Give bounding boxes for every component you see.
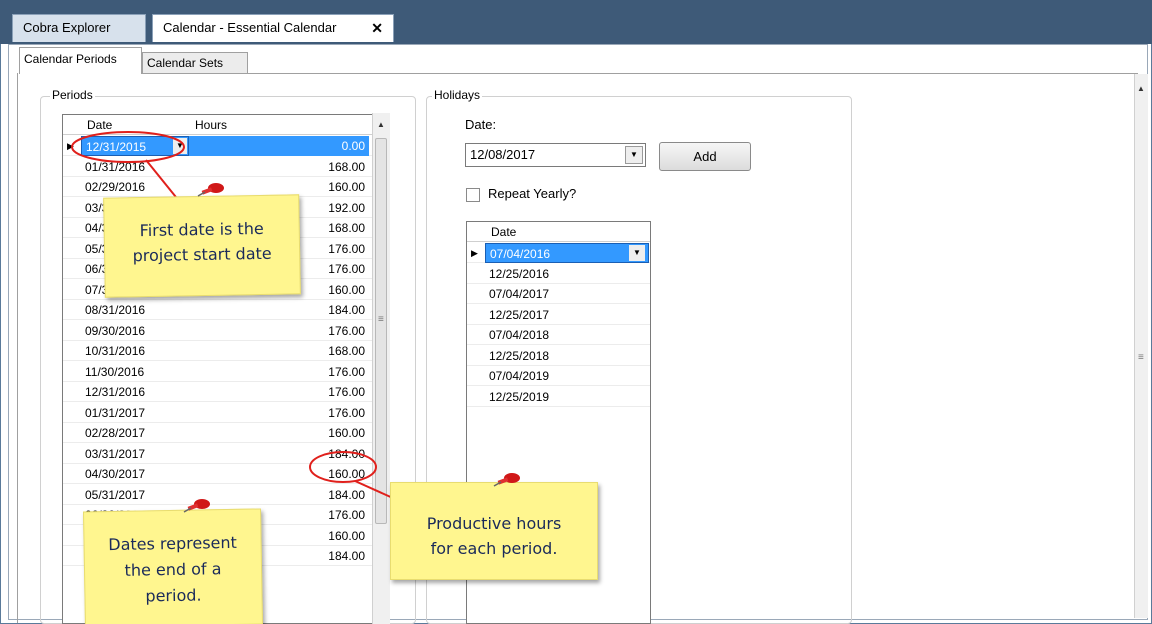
row-pointer-icon: ▶ bbox=[67, 141, 74, 151]
sticky-note-hours: Productive hours for each period. bbox=[390, 482, 598, 580]
period-hours-cell[interactable]: 176.00 bbox=[189, 403, 369, 423]
period-hours-cell[interactable]: 176.00 bbox=[189, 362, 369, 382]
column-header-date[interactable]: Date bbox=[491, 222, 516, 242]
sticky-note-period-end: Dates represent the end of a period. bbox=[83, 508, 263, 624]
tab-calendar-periods[interactable]: Calendar Periods bbox=[19, 47, 142, 74]
panel-border bbox=[17, 73, 18, 623]
periods-grid-header: Date Hours bbox=[63, 115, 373, 135]
note-line: Dates represent bbox=[108, 532, 238, 555]
period-hours-cell[interactable]: 176.00 bbox=[189, 382, 369, 402]
scroll-up-icon[interactable]: ▲ bbox=[375, 118, 387, 132]
pushpin-icon bbox=[493, 473, 520, 487]
period-date-cell[interactable]: 01/31/2017 bbox=[81, 403, 189, 423]
periods-group-title: Periods bbox=[50, 88, 95, 102]
period-date-cell[interactable]: 03/31/2017 bbox=[81, 444, 189, 464]
holiday-date-cell[interactable]: 07/04/2019 bbox=[485, 366, 649, 386]
holiday-date-cell[interactable]: 12/25/2017 bbox=[485, 305, 649, 325]
table-row[interactable]: 08/31/2016 184.00 bbox=[63, 300, 373, 320]
holiday-date-cell[interactable]: 07/04/2016 bbox=[485, 243, 649, 263]
table-row[interactable]: 07/04/2018 bbox=[467, 325, 650, 345]
form-scrollbar[interactable] bbox=[1134, 74, 1148, 618]
holiday-date-picker[interactable]: 12/08/2017 ▼ bbox=[465, 143, 646, 167]
period-hours-cell[interactable]: 160.00 bbox=[189, 423, 369, 443]
holiday-date-cell[interactable]: 07/04/2017 bbox=[485, 284, 649, 304]
chevron-down-icon[interactable]: ▼ bbox=[173, 138, 187, 154]
period-date-cell[interactable]: 02/29/2016 bbox=[81, 177, 189, 197]
period-hours-cell[interactable]: 184.00 bbox=[189, 444, 369, 464]
table-row[interactable]: 01/31/2016 168.00 bbox=[63, 157, 373, 177]
period-date-cell[interactable]: 04/30/2017 bbox=[81, 464, 189, 484]
holiday-date-value: 12/08/2017 bbox=[470, 147, 536, 162]
note-line: for each period. bbox=[430, 539, 558, 558]
holidays-grid-header: Date bbox=[467, 222, 650, 242]
sticky-note-start-date: First date is the project start date bbox=[103, 194, 301, 298]
grip-icon: ≡ bbox=[378, 314, 384, 325]
table-row[interactable]: 10/31/2016 168.00 bbox=[63, 341, 373, 361]
add-holiday-button[interactable]: Add bbox=[659, 142, 751, 171]
table-row[interactable]: 02/28/2017 160.00 bbox=[63, 423, 373, 443]
period-date-cell[interactable]: 05/31/2017 bbox=[81, 485, 189, 505]
tab-label: Calendar - Essential Calendar bbox=[163, 20, 337, 35]
tab-label: Cobra Explorer bbox=[23, 20, 111, 35]
note-line: First date is the bbox=[139, 218, 264, 241]
holiday-date-cell[interactable]: 07/04/2018 bbox=[485, 325, 649, 345]
period-date-cell[interactable]: 12/31/2016 bbox=[81, 382, 189, 402]
row-pointer-icon: ▶ bbox=[471, 248, 478, 258]
period-date-cell[interactable]: 01/31/2016 bbox=[81, 157, 189, 177]
period-hours-cell[interactable]: 168.00 bbox=[189, 157, 369, 177]
scroll-up-icon[interactable]: ▲ bbox=[1137, 84, 1145, 93]
table-row[interactable]: 12/25/2017 bbox=[467, 305, 650, 325]
tab-cobra-explorer[interactable]: Cobra Explorer bbox=[12, 14, 146, 42]
holiday-date-label: Date: bbox=[465, 117, 497, 132]
period-date-cell[interactable]: 10/31/2016 bbox=[81, 341, 189, 361]
table-row[interactable]: 05/31/2017 184.00 bbox=[63, 485, 373, 505]
tab-divider bbox=[248, 73, 1138, 74]
table-row[interactable]: 12/25/2016 bbox=[467, 264, 650, 284]
holidays-group-title: Holidays bbox=[432, 88, 483, 102]
table-row[interactable]: 07/04/2019 bbox=[467, 366, 650, 386]
repeat-yearly-label: Repeat Yearly? bbox=[488, 186, 577, 201]
table-row[interactable]: 11/30/2016 176.00 bbox=[63, 362, 373, 382]
close-icon[interactable]: ✕ bbox=[371, 15, 383, 41]
pushpin-icon bbox=[197, 183, 224, 197]
period-date-cell[interactable]: 09/30/2016 bbox=[81, 321, 189, 341]
table-row[interactable]: ▶ 07/04/2016 ▼ bbox=[467, 243, 650, 263]
holiday-date-cell[interactable]: 12/25/2019 bbox=[485, 387, 649, 407]
table-row[interactable]: 12/31/2016 176.00 bbox=[63, 382, 373, 402]
repeat-yearly-checkbox[interactable] bbox=[466, 188, 480, 202]
chevron-down-icon[interactable]: ▼ bbox=[629, 245, 645, 261]
pushpin-icon bbox=[183, 499, 210, 513]
period-hours-cell[interactable]: 160.00 bbox=[189, 464, 369, 484]
table-row[interactable]: 07/04/2017 bbox=[467, 284, 650, 304]
chevron-down-icon[interactable]: ▼ bbox=[625, 146, 643, 164]
column-header-date[interactable]: Date bbox=[87, 115, 112, 135]
table-row[interactable]: 03/31/2017 184.00 bbox=[63, 444, 373, 464]
note-line: the end of a bbox=[124, 559, 222, 580]
table-row[interactable]: 09/30/2016 176.00 bbox=[63, 321, 373, 341]
tab-calendar[interactable]: Calendar - Essential Calendar ✕ bbox=[152, 14, 394, 42]
note-line: project start date bbox=[132, 243, 272, 266]
tab-calendar-sets[interactable]: Calendar Sets bbox=[142, 52, 248, 74]
period-date-cell[interactable]: 02/28/2017 bbox=[81, 423, 189, 443]
period-date-cell[interactable]: 11/30/2016 bbox=[81, 362, 189, 382]
note-line: Productive hours bbox=[426, 514, 562, 533]
period-date-cell[interactable]: 08/31/2016 bbox=[81, 300, 189, 320]
period-hours-cell[interactable]: 0.00 bbox=[189, 136, 369, 156]
holiday-date-cell[interactable]: 12/25/2016 bbox=[485, 264, 649, 284]
table-row[interactable]: 01/31/2017 176.00 bbox=[63, 403, 373, 423]
table-row[interactable]: 12/25/2018 bbox=[467, 346, 650, 366]
period-hours-cell[interactable]: 176.00 bbox=[189, 321, 369, 341]
table-row[interactable]: 12/25/2019 bbox=[467, 387, 650, 407]
scrollbar-thumb[interactable] bbox=[375, 138, 387, 524]
column-header-hours[interactable]: Hours bbox=[195, 115, 227, 135]
grip-icon: ≡ bbox=[1138, 352, 1144, 363]
period-hours-cell[interactable]: 184.00 bbox=[189, 300, 369, 320]
table-row[interactable]: ▶ 12/31/2015 ▼ 0.00 bbox=[63, 136, 373, 156]
period-hours-cell[interactable]: 184.00 bbox=[189, 485, 369, 505]
holiday-date-cell[interactable]: 12/25/2018 bbox=[485, 346, 649, 366]
table-row[interactable]: 04/30/2017 160.00 bbox=[63, 464, 373, 484]
period-hours-cell[interactable]: 168.00 bbox=[189, 341, 369, 361]
note-line: period. bbox=[145, 585, 202, 606]
